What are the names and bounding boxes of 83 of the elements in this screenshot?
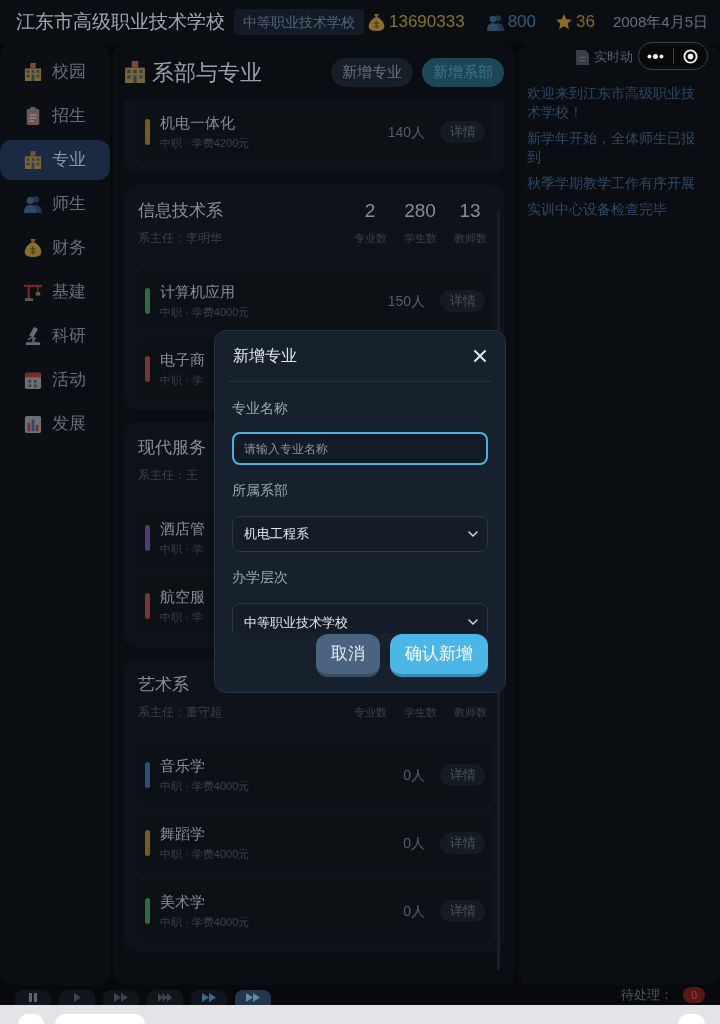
stat-value: 13 <box>459 199 481 223</box>
playback-button[interactable] <box>191 990 227 1005</box>
cancel-button[interactable]: 取消 <box>316 634 380 677</box>
sidebar-item[interactable]: 财务 <box>0 228 110 268</box>
stat-number: 36 <box>576 11 595 34</box>
fast-forward-icon <box>246 993 260 1002</box>
major-name: 美术学 <box>160 893 205 912</box>
news-item: 欢迎来到江东市高级职业技术学校！ <box>527 84 696 122</box>
department-name: 艺术系 <box>138 674 190 696</box>
chevron-down-icon <box>468 619 478 625</box>
sidebar-item[interactable]: 科研 <box>0 316 110 356</box>
news-item: 实训中心设备检查完毕 <box>527 200 668 219</box>
field-label: 所属系部 <box>232 481 289 500</box>
field-label: 专业名称 <box>232 399 289 418</box>
building-icon <box>24 63 42 81</box>
people-icon <box>486 13 504 31</box>
bar-chart-icon <box>24 415 42 433</box>
pending-count: 0 <box>683 987 705 1003</box>
dropdown-select[interactable]: 机电工程系 <box>232 516 488 552</box>
building-icon <box>124 61 146 83</box>
crane-icon <box>24 283 42 301</box>
target-icon <box>682 48 698 64</box>
major-name-input[interactable]: 请输入专业名称 <box>232 432 488 465</box>
double-play-icon <box>114 993 128 1002</box>
nav-button[interactable] <box>678 1014 705 1024</box>
document-icon <box>576 49 589 65</box>
page-title: 系部与专业 <box>152 58 262 87</box>
major-name: 音乐学 <box>160 757 205 776</box>
field-label: 办学层次 <box>232 568 289 587</box>
sidebar-item[interactable]: 师生 <box>0 184 110 224</box>
add-button[interactable]: 新增专业 <box>331 57 413 87</box>
date-text: 2008年4月5日 <box>612 11 708 32</box>
student-count: 150人 <box>387 291 425 311</box>
major-name: 酒店管 <box>160 520 205 539</box>
stat-value: 2 <box>364 199 376 223</box>
money-bag-icon <box>24 239 42 257</box>
triple-play-icon <box>158 993 172 1002</box>
stat-number: 13690333 <box>389 11 465 34</box>
student-count: 0人 <box>403 901 425 921</box>
dropdown-select[interactable]: 中等职业技术学校 <box>232 603 488 633</box>
playback-button[interactable] <box>235 990 271 1005</box>
nav-button[interactable] <box>18 1014 44 1024</box>
close-icon <box>474 350 486 362</box>
sidebar-item[interactable]: 基建 <box>0 272 110 312</box>
stat-value: 280 <box>404 199 436 223</box>
major-name: 航空服 <box>160 588 205 607</box>
money-bag-icon <box>368 13 385 31</box>
student-count: 140人 <box>387 122 425 142</box>
news-title: 实时动 <box>594 48 633 66</box>
sidebar-item[interactable]: 发展 <box>0 404 110 444</box>
playback-button[interactable] <box>15 990 51 1005</box>
major-name: 机电一体化 <box>160 114 235 133</box>
dots-icon <box>647 53 665 59</box>
major-name: 舞蹈学 <box>160 825 205 844</box>
pause-icon <box>26 993 40 1002</box>
student-count: 0人 <box>403 833 425 853</box>
sidebar-item[interactable]: 招生 <box>0 96 110 136</box>
department-name: 现代服务 <box>138 437 206 459</box>
address-pill[interactable] <box>55 1014 145 1024</box>
department-name: 信息技术系 <box>138 200 223 222</box>
sidebar-item[interactable]: 校园 <box>0 52 110 92</box>
chevron-down-icon <box>468 531 478 537</box>
people-icon <box>24 195 42 213</box>
sidebar-item[interactable]: 专业 <box>0 140 110 180</box>
microscope-icon <box>24 327 42 345</box>
pending-label: 待处理： <box>621 987 673 1003</box>
news-item: 秋季学期教学工作有序开展 <box>527 174 696 193</box>
building-icon <box>24 151 42 169</box>
calendar-icon <box>24 371 42 389</box>
fast-forward-icon <box>202 993 216 1002</box>
student-count: 0人 <box>403 765 425 785</box>
stat-number: 800 <box>507 11 536 34</box>
confirm-button[interactable]: 确认新增 <box>390 634 488 677</box>
news-item: 新学年开始，全体师生已报到 <box>527 129 696 167</box>
sidebar-item[interactable]: 活动 <box>0 360 110 400</box>
close-button[interactable] <box>471 347 489 365</box>
school-type-badge: 中等职业技术学校 <box>234 9 364 35</box>
star-icon <box>556 14 572 30</box>
major-name: 电子商 <box>160 351 205 370</box>
school-title: 江东市高级职业技术学校 <box>16 9 225 34</box>
dialog-title: 新增专业 <box>233 346 297 366</box>
clipboard-icon <box>24 107 42 125</box>
major-name: 计算机应用 <box>160 283 235 302</box>
